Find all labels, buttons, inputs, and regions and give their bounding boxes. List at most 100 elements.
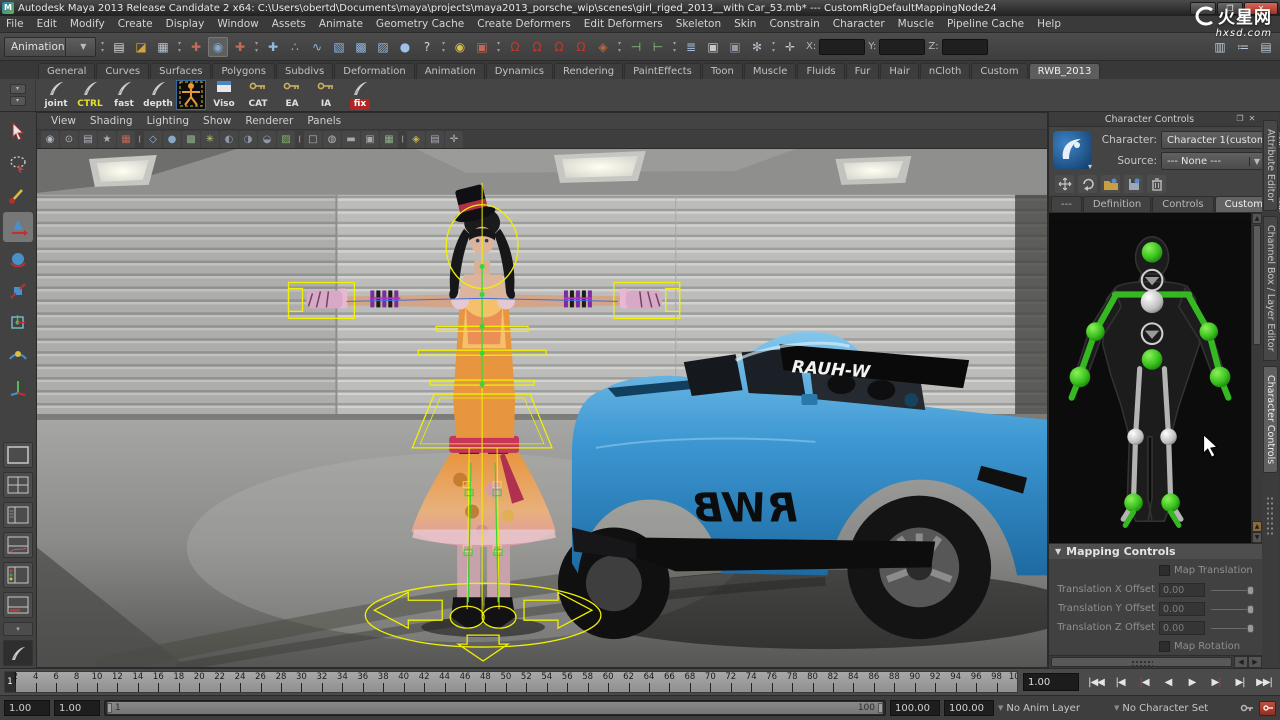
- select-joints-icon[interactable]: ▨: [373, 37, 393, 57]
- lasso-select-tool[interactable]: [3, 148, 33, 178]
- shelf-tab-rwb_2013[interactable]: RWB_2013: [1029, 63, 1101, 79]
- smooth-shade-icon[interactable]: ●: [163, 131, 181, 148]
- menu-assets[interactable]: Assets: [272, 18, 306, 30]
- select-parm-points-icon[interactable]: ∴: [285, 37, 305, 57]
- select-object-icon[interactable]: ◉: [208, 37, 228, 57]
- window-titlebar[interactable]: M Autodesk Maya 2013 Release Candidate 2…: [0, 0, 1280, 16]
- construction-history-icon[interactable]: ≣: [681, 37, 701, 57]
- select-camera-icon[interactable]: ◉: [41, 131, 59, 148]
- shelf-character-button[interactable]: [176, 80, 206, 110]
- shelf-viso-button[interactable]: Viso: [208, 80, 240, 110]
- collapse-triangle-icon[interactable]: ▼: [1055, 547, 1061, 556]
- file-open-icon[interactable]: ◪: [131, 37, 151, 57]
- character-body-map[interactable]: [1049, 213, 1251, 543]
- select-surfaces-icon[interactable]: ▧: [329, 37, 349, 57]
- vp-menu-renderer[interactable]: Renderer: [245, 115, 293, 127]
- range-track[interactable]: 1 100: [104, 700, 886, 716]
- checkbox[interactable]: [1159, 565, 1170, 576]
- paint-select-tool[interactable]: [3, 180, 33, 210]
- vertical-scrollbar[interactable]: ▲ ▲ ▼: [1251, 213, 1262, 543]
- character-controls-titlebar[interactable]: ▣ Character Controls ❐ ✕: [1049, 112, 1262, 127]
- quill-script-icon[interactable]: [3, 640, 33, 666]
- menu-create-deformers[interactable]: Create Deformers: [477, 18, 571, 30]
- layout-hypershade-persp-button[interactable]: [3, 562, 33, 588]
- highlight-selection-icon[interactable]: ▣: [472, 37, 492, 57]
- checkbox[interactable]: [1159, 641, 1170, 652]
- menu-window[interactable]: Window: [217, 18, 258, 30]
- ipr-render-icon[interactable]: ▣: [725, 37, 745, 57]
- shelf-ia-button[interactable]: IA: [310, 80, 342, 110]
- snap-to-curves-icon[interactable]: Ω: [527, 37, 547, 57]
- side-tab-attribute-editor[interactable]: Attribute Editor: [1263, 120, 1278, 211]
- offset-value-field[interactable]: 0.00: [1159, 621, 1205, 635]
- scroll-down-icon[interactable]: ▼: [1252, 532, 1262, 543]
- select-points-icon[interactable]: ✚: [263, 37, 283, 57]
- offset-value-field[interactable]: 0.00: [1159, 583, 1205, 597]
- side-tab-character-controls[interactable]: Character Controls: [1263, 366, 1278, 473]
- coord-input[interactable]: [879, 39, 925, 55]
- coord-input[interactable]: [819, 39, 865, 55]
- playback-end-field[interactable]: 100.00: [890, 700, 940, 716]
- menu-display[interactable]: Display: [166, 18, 205, 30]
- close-panel-icon[interactable]: ✕: [1246, 114, 1258, 124]
- render-current-frame-icon[interactable]: ▣: [703, 37, 723, 57]
- slider-knob[interactable]: [1247, 586, 1254, 595]
- offset-slider[interactable]: [1209, 602, 1258, 616]
- shelf-tab-general[interactable]: General: [38, 63, 95, 79]
- step-forward-key-button[interactable]: ▶|: [1204, 672, 1228, 692]
- scroll-left-icon[interactable]: ◀: [1234, 656, 1248, 668]
- shelf-tab-subdivs[interactable]: Subdivs: [276, 63, 333, 79]
- scrollbar-thumb[interactable]: [1253, 225, 1261, 345]
- lights-icon[interactable]: ✳: [201, 131, 219, 148]
- horizontal-scrollbar[interactable]: ◀ ▶: [1049, 655, 1262, 668]
- shelf-depth-button[interactable]: depth: [142, 80, 174, 110]
- resolution-gate-icon[interactable]: ▬: [342, 131, 360, 148]
- offset-slider[interactable]: [1209, 583, 1258, 597]
- go-to-start-button[interactable]: |◀◀: [1084, 672, 1108, 692]
- select-tool[interactable]: [3, 116, 33, 146]
- axis-icon[interactable]: ✛: [445, 131, 463, 148]
- timeline-ruler[interactable]: 1 24681012141618202224262830323436384042…: [4, 671, 1018, 693]
- float-panel-icon[interactable]: ❐: [1234, 114, 1246, 124]
- ssao-icon[interactable]: ◑: [239, 131, 257, 148]
- source-dropdown[interactable]: --- None --- ▼: [1161, 152, 1265, 170]
- layout-menu-icon[interactable]: ▾: [3, 622, 33, 636]
- menu-file[interactable]: File: [6, 18, 24, 30]
- shelf-tab-painteffects[interactable]: PaintEffects: [624, 63, 701, 79]
- layout-single-persp-button[interactable]: [3, 442, 33, 468]
- chevron-down-icon[interactable]: ▼: [65, 38, 95, 56]
- lock-camera-icon[interactable]: ⊙: [60, 131, 78, 148]
- cp-tab-definition[interactable]: Definition: [1083, 196, 1151, 212]
- offset-value-field[interactable]: 0.00: [1159, 602, 1205, 616]
- auto-keyframe-toggle-icon[interactable]: [1259, 701, 1276, 716]
- playback-start-field[interactable]: 1.00: [54, 700, 100, 716]
- isolate-select-icon[interactable]: ◍: [323, 131, 341, 148]
- cp-tab--[interactable]: ---: [1051, 196, 1082, 212]
- layout-four-view-button[interactable]: [3, 472, 33, 498]
- shelf-cat-button[interactable]: CAT: [242, 80, 274, 110]
- play-backwards-button[interactable]: ◀: [1156, 672, 1180, 692]
- current-time-field[interactable]: 1.00: [1023, 673, 1079, 691]
- shelf-tab-hair[interactable]: Hair: [880, 63, 919, 79]
- mapping-controls-header[interactable]: ▼ Mapping Controls: [1049, 543, 1262, 559]
- offset-slider[interactable]: [1209, 621, 1258, 635]
- menu-muscle[interactable]: Muscle: [898, 18, 934, 30]
- cp-tab-controls[interactable]: Controls: [1152, 196, 1213, 212]
- delete-definition-icon[interactable]: [1147, 175, 1166, 193]
- select-component-icon[interactable]: ✚: [230, 37, 250, 57]
- wireframe-icon[interactable]: ◇: [144, 131, 162, 148]
- group-collapse-icon[interactable]: ▾▾: [494, 36, 503, 58]
- sync-icon[interactable]: [1078, 175, 1097, 193]
- shelf-fast-button[interactable]: fast: [108, 80, 140, 110]
- anim-layer-selector[interactable]: ▼ No Anim Layer: [998, 703, 1110, 714]
- menu-create[interactable]: Create: [118, 18, 153, 30]
- vp-menu-show[interactable]: Show: [203, 115, 231, 127]
- viewport-canvas[interactable]: RAUH-W RWB: [37, 149, 1047, 667]
- menu-skeleton[interactable]: Skeleton: [676, 18, 721, 30]
- scroll-right-icon[interactable]: ▶: [1248, 656, 1262, 668]
- show-channel-box-icon[interactable]: ▤: [1256, 37, 1276, 57]
- menu-pipeline-cache[interactable]: Pipeline Cache: [947, 18, 1024, 30]
- gate-mask-icon[interactable]: ▣: [361, 131, 379, 148]
- transform-crosshair-icon[interactable]: ✛: [780, 37, 800, 57]
- character-set-selector[interactable]: ▼ No Character Set: [1114, 703, 1234, 714]
